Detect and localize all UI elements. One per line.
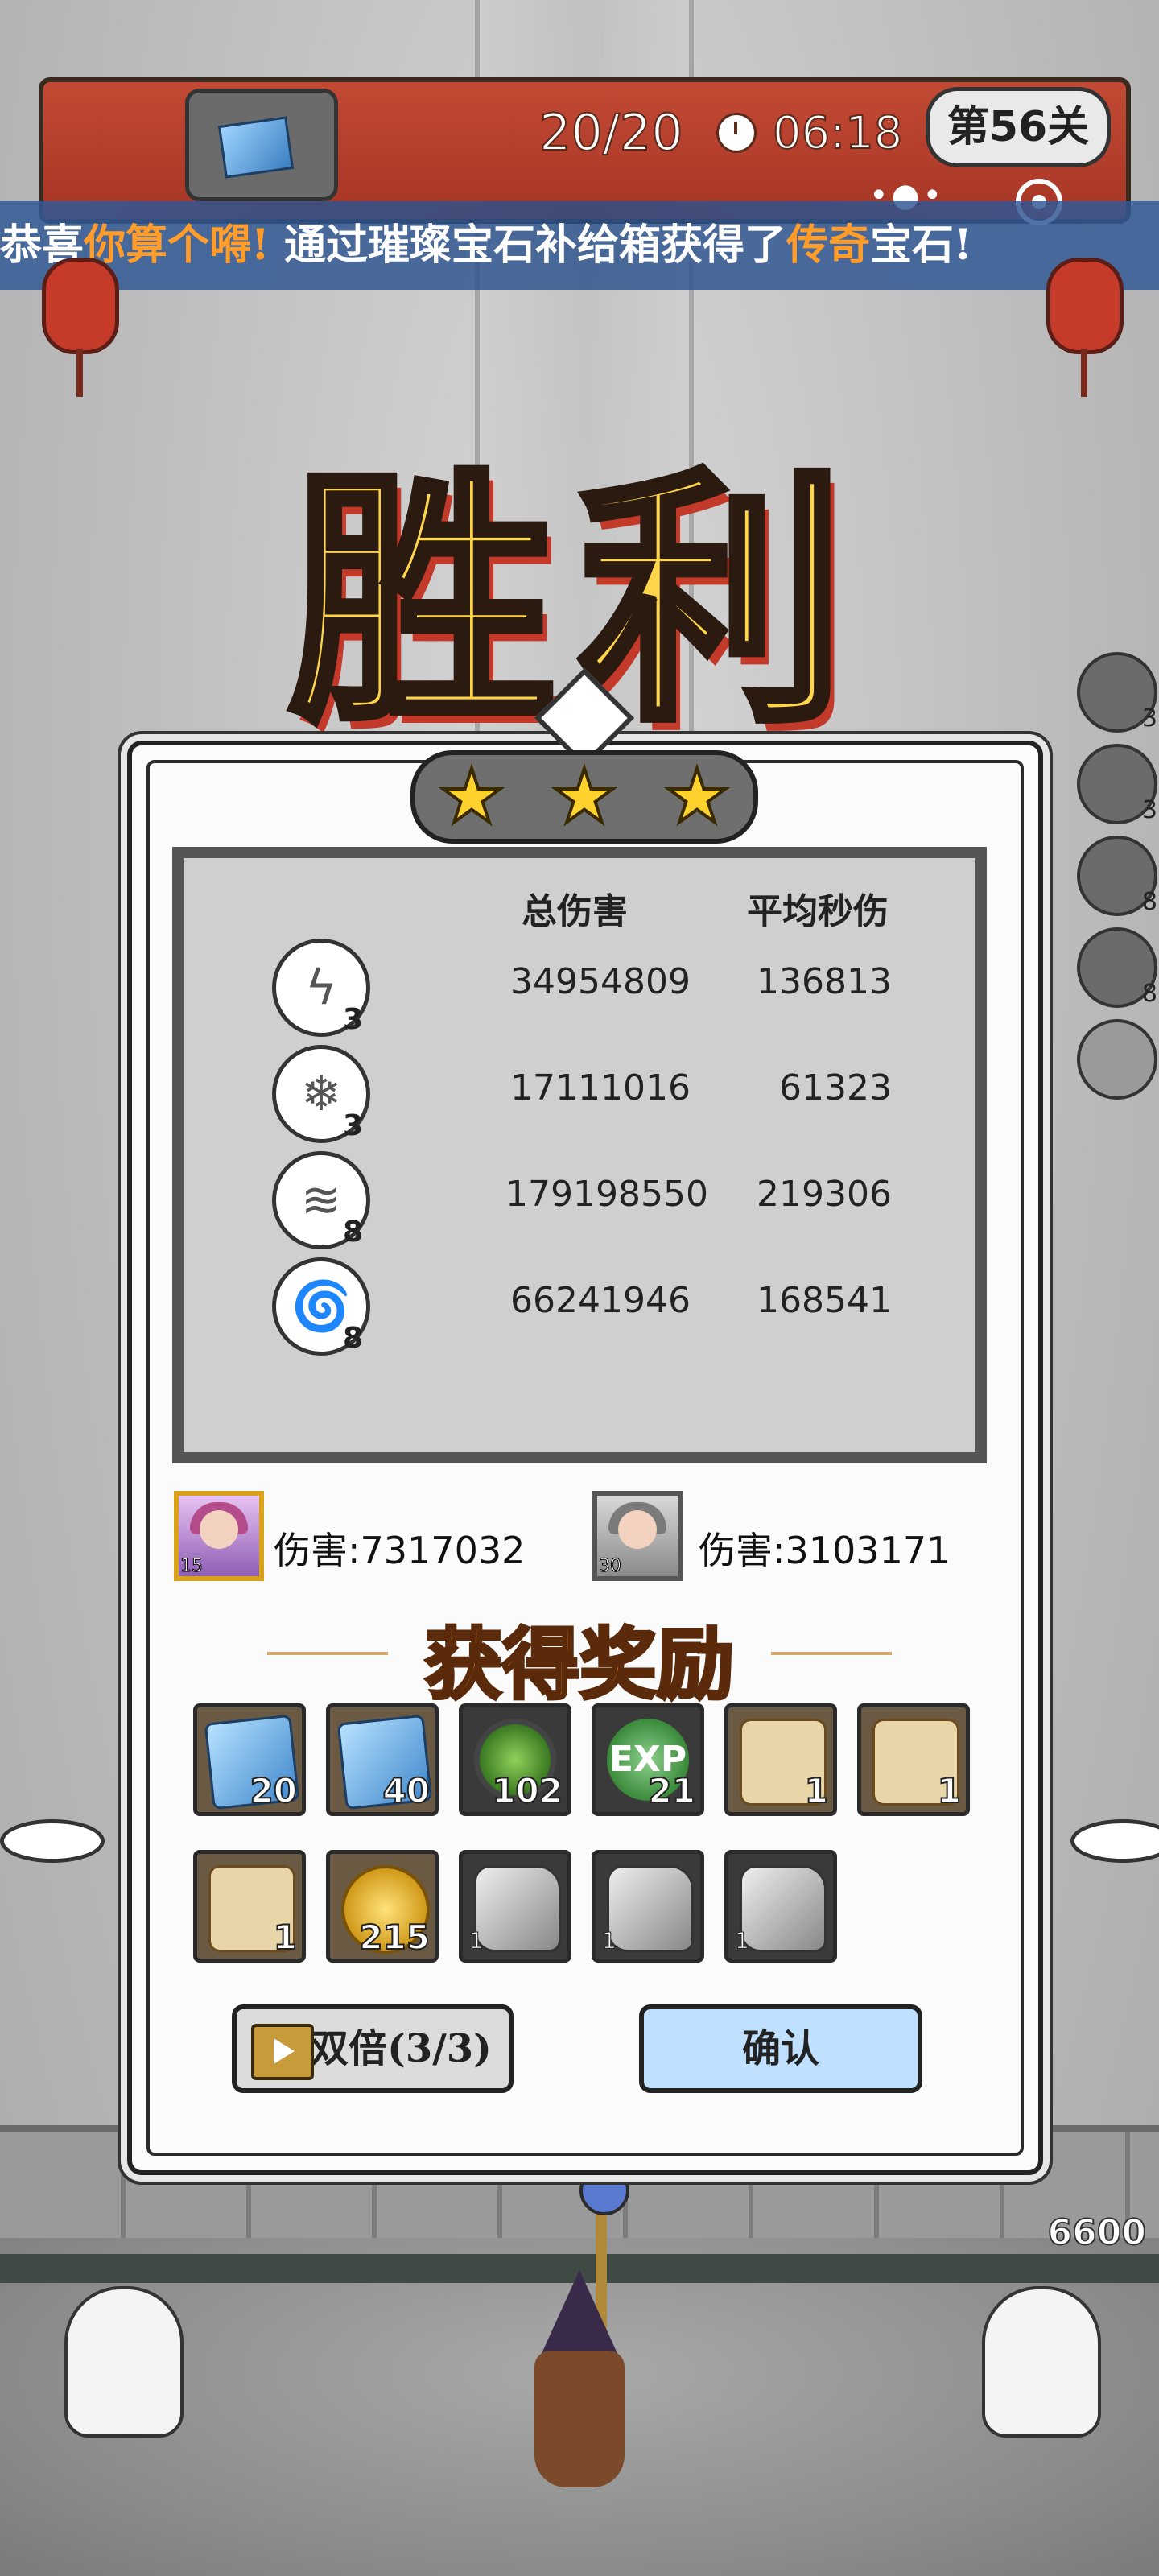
header-total-damage: 总伤害 xyxy=(522,891,628,932)
skill-level: 8 xyxy=(343,1322,364,1355)
banner-suffix: 宝石! xyxy=(869,221,972,270)
total-damage-value: 179198550 xyxy=(505,1174,708,1215)
dps-value: 168541 xyxy=(757,1280,892,1321)
spinner-icon xyxy=(1070,1819,1159,1884)
hero-damage: 伤害:3103171 xyxy=(699,1529,951,1572)
star-icon: ★ xyxy=(550,753,620,840)
side-skill-icon: 3 xyxy=(1077,652,1157,733)
reward-item[interactable]: 1 xyxy=(724,1850,837,1963)
video-icon xyxy=(251,2024,314,2080)
side-skill-icon: 3 xyxy=(1077,744,1157,824)
base-hp-value: 6600 xyxy=(1047,2211,1147,2254)
lantern-icon xyxy=(1046,258,1124,397)
lantern-icon xyxy=(42,258,119,397)
dps-value: 61323 xyxy=(779,1067,892,1108)
reward-title: 获得奖励 xyxy=(423,1617,736,1711)
reward-item[interactable]: 20 xyxy=(193,1703,306,1816)
chest-icon[interactable] xyxy=(185,89,338,201)
side-skill-icon: 8 xyxy=(1077,927,1157,1008)
hero-level: 30 xyxy=(599,1556,622,1577)
wave-progress: 20/20 xyxy=(538,102,684,163)
banner-player: 你算个嘚! xyxy=(84,221,270,270)
hero-avatar[interactable]: 15 xyxy=(174,1491,264,1581)
stone-icon xyxy=(740,1865,827,1952)
hero-level: 15 xyxy=(180,1556,204,1577)
skill-level: 3 xyxy=(343,1003,364,1036)
dps-value: 136813 xyxy=(757,961,892,1002)
reward-item[interactable]: 1 xyxy=(857,1703,970,1816)
star-rating: ★ ★ ★ xyxy=(410,750,758,844)
wizard-character xyxy=(515,2270,644,2496)
dps-value: 219306 xyxy=(757,1174,892,1215)
stone-icon xyxy=(474,1865,561,1952)
clock-icon xyxy=(716,113,757,153)
reward-item[interactable]: 40 xyxy=(326,1703,439,1816)
skill-level: 3 xyxy=(343,1109,364,1142)
confirm-button-label: 确认 xyxy=(741,2026,819,2071)
ghost-guard-icon xyxy=(982,2286,1101,2438)
stage-time: 06:18 xyxy=(772,106,903,160)
double-reward-button[interactable]: 双倍(3/3) xyxy=(232,2004,514,2093)
banner-middle: 通过璀璨宝石补给箱获得了 xyxy=(269,221,786,270)
skill-level: 8 xyxy=(343,1216,364,1249)
reward-item[interactable]: 1 xyxy=(193,1850,306,1963)
ghost-guard-icon xyxy=(64,2286,184,2438)
damage-stats-panel: 总伤害 平均秒伤 ϟ 3 34954809 136813 ❄ 3 1711101… xyxy=(172,847,987,1463)
double-button-label: 双倍(3/3) xyxy=(310,2026,492,2071)
confirm-button[interactable]: 确认 xyxy=(639,2004,922,2093)
side-skill-icon: 8 xyxy=(1077,836,1157,916)
total-damage-value: 66241946 xyxy=(510,1280,691,1321)
reward-header: 获得奖励 xyxy=(250,1602,909,1711)
reward-item[interactable]: 1 xyxy=(459,1850,571,1963)
reward-item[interactable]: 1 xyxy=(592,1850,704,1963)
total-damage-value: 17111016 xyxy=(510,1067,691,1108)
reward-item[interactable]: 102 xyxy=(459,1703,571,1816)
hero-damage: 伤害:7317032 xyxy=(274,1529,526,1572)
header-avg-dps: 平均秒伤 xyxy=(747,891,889,932)
total-damage-value: 34954809 xyxy=(510,961,691,1002)
star-icon: ★ xyxy=(437,753,507,840)
broadcast-banner: 恭喜你算个嘚! 通过璀璨宝石补给箱获得了传奇宝石! xyxy=(0,201,1159,290)
spinner-icon xyxy=(0,1819,105,1884)
empty-skill-slot xyxy=(1077,1019,1157,1100)
star-icon: ★ xyxy=(662,753,732,840)
banner-rarity: 传奇 xyxy=(786,221,870,270)
side-skill-list: 3 3 8 8 xyxy=(1077,652,1157,1111)
reward-item[interactable]: EXP 21 xyxy=(592,1703,704,1816)
reward-item[interactable]: 215 xyxy=(326,1850,439,1963)
reward-item[interactable]: 1 xyxy=(724,1703,837,1816)
stone-icon xyxy=(607,1865,694,1952)
level-badge: 第56关 xyxy=(926,87,1111,167)
hero-avatar[interactable]: 30 xyxy=(592,1491,683,1581)
